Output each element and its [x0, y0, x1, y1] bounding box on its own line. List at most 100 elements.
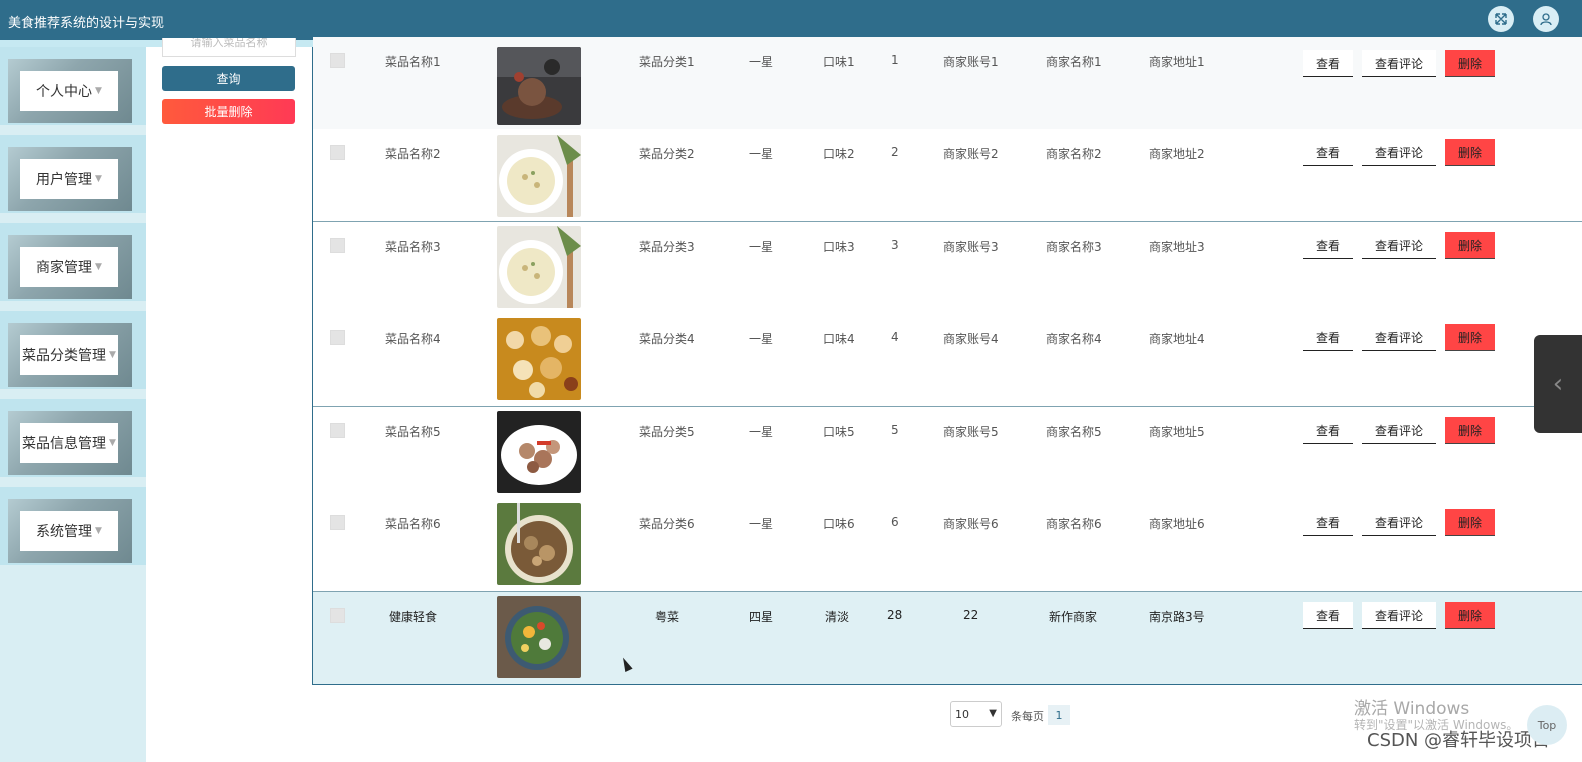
delete-button[interactable]: 删除: [1445, 232, 1495, 259]
delete-button[interactable]: 删除: [1445, 50, 1495, 77]
row-checkbox[interactable]: [330, 53, 345, 68]
menu-label-box: 菜品信息管理 ▼: [20, 423, 118, 463]
delete-button[interactable]: 删除: [1445, 324, 1495, 351]
caret-down-icon: ▼: [109, 350, 116, 360]
table-row: 菜品名称3 菜品分类3 一星 口味3 3 商家账号3 商家名称3 商家地址3 查…: [313, 222, 1582, 315]
view-comments-button[interactable]: 查看评论: [1362, 139, 1436, 166]
cell-merchant-address: 商家地址1: [1149, 55, 1205, 69]
dish-image: [497, 47, 581, 125]
cell-name: 健康轻食: [389, 610, 438, 624]
view-button[interactable]: 查看: [1303, 50, 1353, 77]
menu-label-box: 个人中心 ▼: [20, 71, 118, 111]
cell-merchant-address: 商家地址3: [1149, 240, 1205, 254]
dish-image: [497, 596, 581, 678]
cell-merchant-account: 商家账号6: [943, 517, 999, 531]
row-checkbox[interactable]: [330, 423, 345, 438]
view-button[interactable]: 查看: [1303, 509, 1353, 536]
sidebar-item-label: 菜品分类管理: [22, 348, 107, 364]
delete-button[interactable]: 删除: [1445, 417, 1495, 444]
cell-taste: 口味2: [823, 147, 855, 161]
cell-taste: 清淡: [825, 610, 850, 624]
view-comments-button[interactable]: 查看评论: [1362, 602, 1436, 629]
view-comments-button[interactable]: 查看评论: [1362, 324, 1436, 351]
view-comments-button[interactable]: 查看评论: [1362, 417, 1436, 444]
sidebar-item-system-management[interactable]: 系统管理 ▼: [0, 487, 146, 565]
cell-merchant-account: 商家账号5: [943, 425, 999, 439]
view-comments-button[interactable]: 查看评论: [1362, 509, 1436, 536]
caret-down-icon: ▼: [95, 174, 102, 184]
table-row: 菜品名称6 菜品分类6 一星 口味6 6 商家账号6 商家名称6 商家地址6 查…: [313, 499, 1582, 592]
dish-image: [497, 411, 581, 493]
table-row: 菜品名称1 菜品分类1 一星 口味1 1 商家账号1 商家名称1 商家地址1 查…: [313, 37, 1582, 130]
cell-merchant-address: 商家地址5: [1149, 425, 1205, 439]
caret-down-icon: ▼: [95, 262, 102, 272]
sidebar-item-personal-center[interactable]: 个人中心 ▼: [0, 47, 146, 125]
cell-merchant-name: 商家名称1: [1046, 55, 1102, 69]
cell-taste: 口味5: [823, 425, 855, 439]
cell-number: 2: [891, 145, 899, 159]
cell-category: 菜品分类5: [639, 425, 695, 439]
dish-image: [497, 503, 581, 585]
menu-label-box: 菜品分类管理 ▼: [20, 335, 118, 375]
cell-taste: 口味6: [823, 517, 855, 531]
fullscreen-icon[interactable]: [1488, 6, 1514, 32]
menu-label-box: 商家管理 ▼: [20, 247, 118, 287]
cell-merchant-account: 商家账号4: [943, 332, 999, 346]
csdn-watermark: CSDN @睿轩毕设项目: [1367, 730, 1551, 751]
cell-taste: 口味3: [823, 240, 855, 254]
cell-number: 28: [887, 608, 903, 622]
row-checkbox[interactable]: [330, 330, 345, 345]
cell-merchant-account: 商家账号3: [943, 240, 999, 254]
cell-rating: 一星: [749, 55, 774, 69]
search-input[interactable]: 请输入菜品名称: [162, 38, 296, 57]
delete-button[interactable]: 删除: [1445, 509, 1495, 536]
back-to-top-button[interactable]: Top: [1527, 705, 1567, 745]
top-label: Top: [1537, 718, 1557, 732]
cell-category: 菜品分类2: [639, 147, 695, 161]
cell-number: 3: [891, 238, 899, 252]
cell-merchant-address: 商家地址4: [1149, 332, 1205, 346]
view-button[interactable]: 查看: [1303, 417, 1353, 444]
user-icon[interactable]: [1533, 6, 1559, 32]
view-button[interactable]: 查看: [1303, 139, 1353, 166]
cell-name: 菜品名称4: [385, 332, 441, 346]
batch-delete-button[interactable]: 批量删除: [162, 99, 295, 124]
collapse-panel-tab[interactable]: ‹: [1534, 335, 1582, 433]
sidebar-item-dish-info-management[interactable]: 菜品信息管理 ▼: [0, 399, 146, 477]
cell-merchant-account: 商家账号2: [943, 147, 999, 161]
cell-number: 6: [891, 515, 899, 529]
sidebar-item-label: 系统管理: [36, 524, 93, 540]
cell-rating: 一星: [749, 332, 774, 346]
row-checkbox[interactable]: [330, 608, 345, 623]
view-button[interactable]: 查看: [1303, 232, 1353, 259]
cell-rating: 一星: [749, 425, 774, 439]
view-button[interactable]: 查看: [1303, 602, 1353, 629]
sidebar-item-merchant-management[interactable]: 商家管理 ▼: [0, 223, 146, 301]
row-checkbox[interactable]: [330, 145, 345, 160]
delete-button[interactable]: 删除: [1445, 139, 1495, 166]
cell-category: 菜品分类6: [639, 517, 695, 531]
view-button[interactable]: 查看: [1303, 324, 1353, 351]
page-number[interactable]: 1: [1048, 705, 1070, 725]
sidebar-item-user-management[interactable]: 用户管理 ▼: [0, 135, 146, 213]
view-comments-button[interactable]: 查看评论: [1362, 50, 1436, 77]
row-checkbox[interactable]: [330, 515, 345, 530]
view-comments-button[interactable]: 查看评论: [1362, 232, 1436, 259]
page-size-select[interactable]: 10 ▼: [950, 701, 1002, 727]
caret-down-icon: ▼: [109, 438, 116, 448]
cell-rating: 一星: [749, 517, 774, 531]
app-title: 美食推荐系统的设计与实现: [8, 16, 165, 31]
cell-name: 菜品名称3: [385, 240, 441, 254]
sidebar-item-dish-category-management[interactable]: 菜品分类管理 ▼: [0, 311, 146, 389]
query-button[interactable]: 查询: [162, 66, 295, 91]
delete-button[interactable]: 删除: [1445, 602, 1495, 629]
top-header: 美食推荐系统的设计与实现: [0, 0, 1582, 40]
cell-number: 1: [891, 53, 899, 67]
table-row: 菜品名称5 菜品分类5 一星 口味5 5 商家账号5 商家名称5 商家地址5 查…: [313, 407, 1582, 500]
row-checkbox[interactable]: [330, 238, 345, 253]
table-row: 健康轻食 粤菜 四星 清淡 28 22 新作商家 南京路3号 查看 查看评论 删…: [313, 592, 1582, 685]
cell-category: 粤菜: [655, 610, 680, 624]
cell-merchant-name: 新作商家: [1049, 610, 1098, 624]
cell-rating: 一星: [749, 147, 774, 161]
menu-label-box: 用户管理 ▼: [20, 159, 118, 199]
